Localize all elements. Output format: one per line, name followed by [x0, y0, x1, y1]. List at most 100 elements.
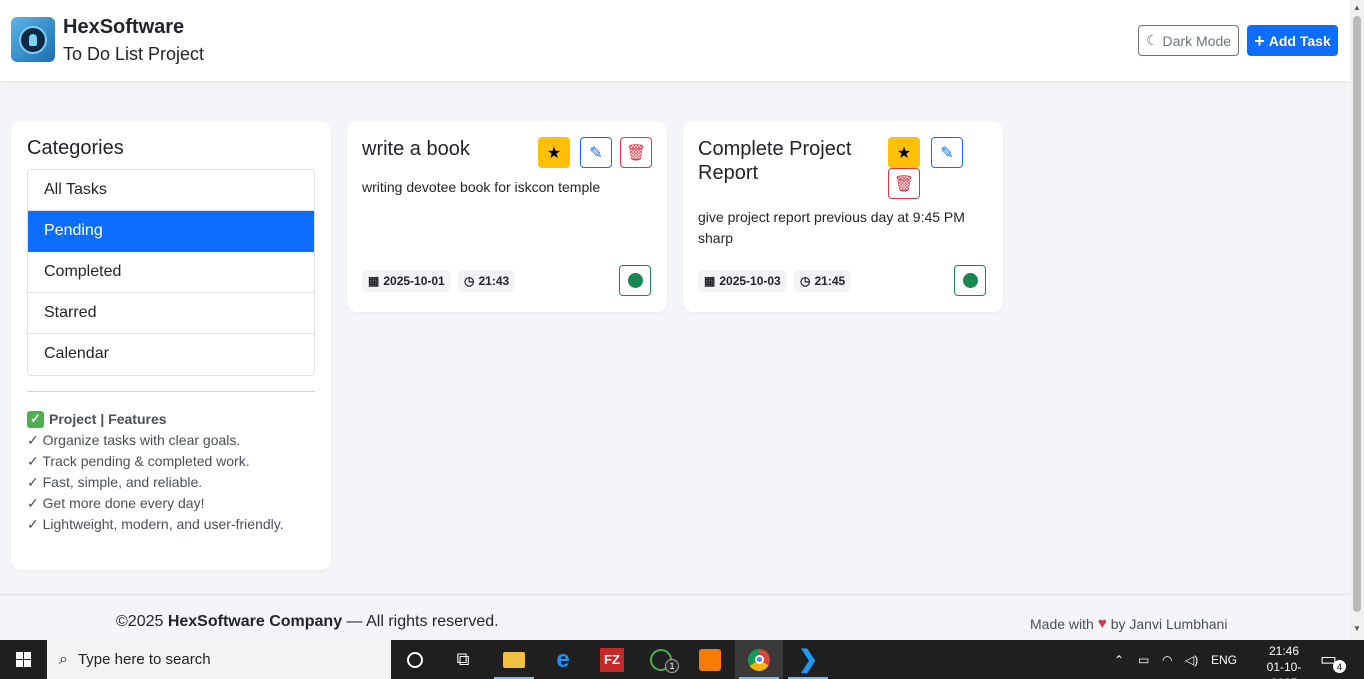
moon-icon: ☾ [1145, 32, 1159, 48]
page-subtitle: To Do List Project [63, 44, 205, 64]
complete-button[interactable] [954, 265, 986, 296]
app-header: HexSoftware To Do List Project ☾ Dark Mo… [0, 0, 1350, 81]
calendar-icon: ▦ [704, 274, 716, 288]
category-starred[interactable]: Starred [28, 293, 314, 334]
task-date: 2025-10-03 [719, 274, 781, 288]
windows-logo-icon [16, 652, 31, 667]
clock-icon: ◷ [800, 274, 811, 288]
feature-item: ✓ Track pending & completed work. [27, 453, 250, 469]
task-card: write a book ★ ✎ 🗑 writing devotee book … [347, 121, 667, 312]
company-name: HexSoftware Company [167, 613, 343, 630]
sidebar-divider [27, 391, 315, 392]
chrome-icon[interactable] [735, 640, 783, 679]
notification-count: 4 [1333, 660, 1346, 673]
footer-divider [0, 594, 1350, 595]
task-date: 2025-10-01 [383, 274, 445, 288]
edit-button[interactable]: ✎ [580, 137, 612, 168]
clock-date: 01-10-2025 [1266, 660, 1302, 679]
category-pending[interactable]: Pending [28, 211, 314, 252]
task-title: write a book [362, 138, 470, 160]
clock-icon: ◷ [464, 274, 475, 288]
made-with-text: Made with [1030, 615, 1094, 632]
task-date-badge: ▦ 2025-10-03 [698, 270, 787, 292]
feature-item: ✓ Get more done every day! [27, 495, 205, 511]
task-description: writing devotee book for iskcon temple [362, 179, 601, 195]
categories-title: Categories [27, 137, 124, 159]
complete-button[interactable] [619, 265, 651, 296]
battery-icon[interactable]: ▭ [1138, 640, 1149, 679]
scroll-down-icon[interactable]: ▼ [1353, 624, 1361, 633]
category-calendar[interactable]: Calendar [28, 334, 314, 375]
whatsapp-icon[interactable]: 1 [637, 640, 685, 679]
taskbar-search[interactable]: ⌕ Type here to search [47, 640, 391, 679]
windows-taskbar: ⌕ Type here to search ⧉ e FZ 1 ❯ ⌃ ▭ ◠ ◁… [0, 640, 1364, 679]
task-time-badge: ◷ 21:45 [794, 270, 852, 292]
search-placeholder: Type here to search [77, 651, 211, 668]
language-indicator[interactable]: ENG [1211, 640, 1237, 679]
task-date-badge: ▦ 2025-10-01 [362, 270, 451, 292]
dark-mode-button[interactable]: ☾ Dark Mode [1138, 25, 1239, 56]
star-icon: ★ [546, 144, 562, 162]
category-list: All Tasks Pending Completed Starred Cale… [27, 169, 315, 376]
show-hidden-icons[interactable]: ⌃ [1114, 640, 1124, 679]
wifi-icon[interactable]: ◠ [1162, 640, 1172, 679]
calendar-icon: ▦ [368, 274, 380, 288]
footer-credit: Made with ♥ by Janvi Lumbhani [1030, 615, 1227, 632]
xampp-icon[interactable] [686, 640, 734, 679]
features-section: ✓ Project | Features ✓ Organize tasks wi… [27, 408, 327, 535]
copyright-suffix: — All rights reserved. [342, 613, 499, 630]
star-button[interactable]: ★ [888, 137, 920, 168]
copyright-prefix: ©2025 [116, 613, 168, 630]
task-time: 21:45 [814, 274, 846, 288]
taskbar-clock[interactable]: 21:46 01-10-2025 [1256, 643, 1312, 679]
task-title: Complete Project Report [698, 138, 852, 184]
start-button[interactable] [0, 640, 47, 679]
brand-name: HexSoftware [63, 16, 185, 38]
dark-mode-label: Dark Mode [1162, 32, 1232, 49]
trash-icon: 🗑 [625, 144, 647, 162]
heart-icon: ♥ [1097, 615, 1107, 632]
feature-item: ✓ Organize tasks with clear goals. [27, 432, 241, 448]
edit-icon: ✎ [940, 144, 954, 162]
footer-copyright: ©2025 HexSoftware Company — All rights r… [116, 613, 499, 631]
feature-item: ✓ Fast, simple, and reliable. [27, 474, 203, 490]
edit-icon: ✎ [589, 144, 603, 162]
check-mark-icon: ✓ [27, 410, 44, 428]
cortana-icon[interactable] [391, 640, 439, 679]
feature-item: ✓ Lightweight, modern, and user-friendly… [27, 516, 284, 532]
filezilla-icon[interactable]: FZ [588, 640, 636, 679]
features-title: Project | Features [49, 411, 167, 427]
star-icon: ★ [896, 144, 912, 162]
page-scrollbar[interactable]: ▲ ▼ [1350, 0, 1364, 640]
star-button[interactable]: ★ [538, 137, 570, 168]
task-view-icon[interactable]: ⧉ [439, 640, 487, 679]
add-task-button[interactable]: + Add Task [1247, 25, 1338, 56]
edge-icon[interactable]: e [539, 640, 587, 679]
delete-button[interactable]: 🗑 [888, 168, 920, 199]
search-icon: ⌕ [59, 650, 68, 668]
author-text: by Janvi Lumbhani [1110, 615, 1228, 632]
vscode-icon[interactable]: ❯ [784, 640, 832, 679]
volume-icon[interactable]: ◁) [1185, 640, 1198, 679]
plus-icon: + [1254, 30, 1265, 51]
categories-sidebar: Categories All Tasks Pending Completed S… [11, 121, 331, 570]
edit-button[interactable]: ✎ [931, 137, 963, 168]
category-completed[interactable]: Completed [28, 252, 314, 293]
category-all-tasks[interactable]: All Tasks [28, 170, 314, 211]
file-explorer-icon[interactable] [490, 640, 538, 679]
task-description: give project report previous day at 9:45… [698, 209, 965, 246]
clock-time: 21:46 [1268, 644, 1300, 658]
trash-icon: 🗑 [893, 175, 915, 193]
complete-dot-icon [962, 273, 978, 288]
complete-dot-icon [627, 273, 643, 288]
app-logo-icon [11, 17, 55, 62]
task-time: 21:43 [478, 274, 510, 288]
whatsapp-badge: 1 [665, 659, 679, 673]
features-heading: ✓ Project | Features [27, 408, 327, 430]
task-card: Complete Project Report ★ ✎ 🗑 give proje… [683, 121, 1003, 312]
task-time-badge: ◷ 21:43 [458, 270, 516, 292]
scroll-up-icon[interactable]: ▲ [1353, 3, 1361, 12]
add-task-label: Add Task [1268, 32, 1331, 49]
delete-button[interactable]: 🗑 [620, 137, 652, 168]
scroll-thumb[interactable] [1353, 16, 1361, 612]
